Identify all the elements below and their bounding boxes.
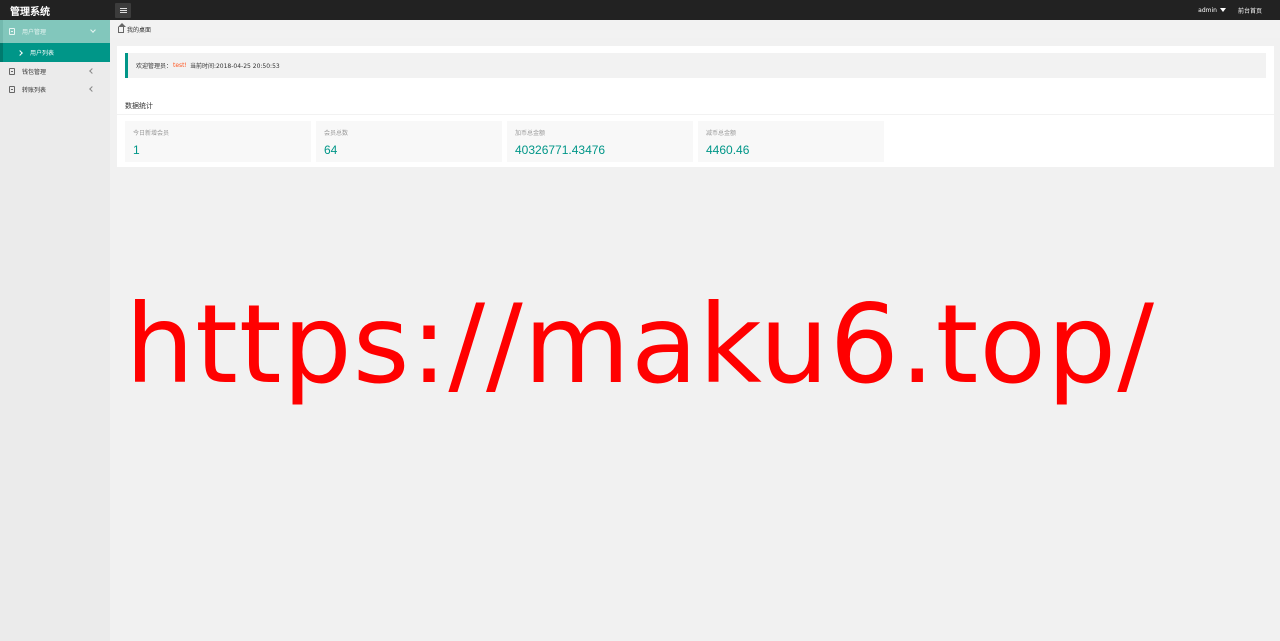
caret-down-icon — [1219, 8, 1226, 12]
stat-label: 今日新增会员 — [133, 130, 170, 137]
sidebar-item-user-list[interactable]: 用户列表 — [0, 43, 110, 62]
app-brand: 管理系统 — [10, 6, 50, 18]
stat-value: 1 — [133, 143, 140, 157]
document-icon — [9, 85, 15, 93]
stat-card-coins-deducted[interactable]: 减币总金额 4460.46 — [698, 121, 884, 162]
stat-value: 4460.46 — [706, 143, 750, 157]
stat-label: 加币总金额 — [515, 130, 546, 137]
document-icon — [9, 28, 15, 35]
stat-label: 会员总数 — [324, 130, 349, 137]
stats-title: 数据统计 — [125, 102, 153, 110]
breadcrumb-current[interactable]: 我的桌面 — [127, 25, 151, 34]
sidebar-item-transfer-list[interactable]: 转账列表 — [0, 80, 110, 98]
sidebar-item-user-management[interactable]: 用户管理 — [0, 20, 110, 43]
stat-card-total-members[interactable]: 会员总数 64 — [316, 121, 502, 162]
breadcrumb: 我的桌面 — [110, 20, 1280, 38]
home-icon — [118, 23, 126, 33]
welcome-message: 欢迎管理员： test! 当前时间:2018-04-25 20:50:53 — [125, 53, 1266, 78]
user-menu[interactable]: admin — [1198, 7, 1226, 14]
front-page-link[interactable]: 前台首页 — [1238, 6, 1262, 15]
sidebar-item-label: 钱包管理 — [22, 68, 47, 76]
stats-panel: 数据统计 今日新增会员 1 会员总数 64 加币总金额 40326771.434… — [117, 95, 1274, 167]
watermark-url: https://maku6.top/ — [125, 281, 1155, 408]
menu-toggle-button[interactable] — [115, 2, 131, 18]
current-time: 当前时间:2018-04-25 20:50:53 — [189, 63, 280, 70]
stat-card-coins-added[interactable]: 加币总金额 40326771.43476 — [507, 121, 693, 162]
divider — [117, 114, 1274, 115]
stat-label: 减币总金额 — [706, 130, 737, 137]
header-right: admin 前台首页 — [1198, 6, 1280, 15]
sidebar-item-wallet-management[interactable]: 钱包管理 — [0, 62, 110, 80]
stat-value: 40326771.43476 — [515, 143, 606, 157]
stat-card-new-members[interactable]: 今日新增会员 1 — [125, 121, 311, 162]
user-name: admin — [1198, 6, 1217, 14]
chevron-left-icon — [89, 68, 95, 74]
welcome-prefix: 欢迎管理员： — [136, 63, 173, 70]
document-icon — [9, 67, 15, 75]
stat-value: 64 — [324, 143, 338, 157]
chevron-left-icon — [89, 86, 95, 92]
sidebar-item-label: 用户列表 — [30, 50, 55, 57]
chevron-down-icon — [90, 27, 96, 33]
sidebar-item-label: 用户管理 — [22, 29, 47, 36]
hamburger-icon — [119, 7, 127, 13]
chevron-right-icon — [17, 49, 23, 56]
welcome-username: test! — [173, 62, 187, 69]
sidebar-item-label: 转账列表 — [22, 86, 47, 94]
top-header: 管理系统 admin 前台首页 — [0, 0, 1280, 20]
